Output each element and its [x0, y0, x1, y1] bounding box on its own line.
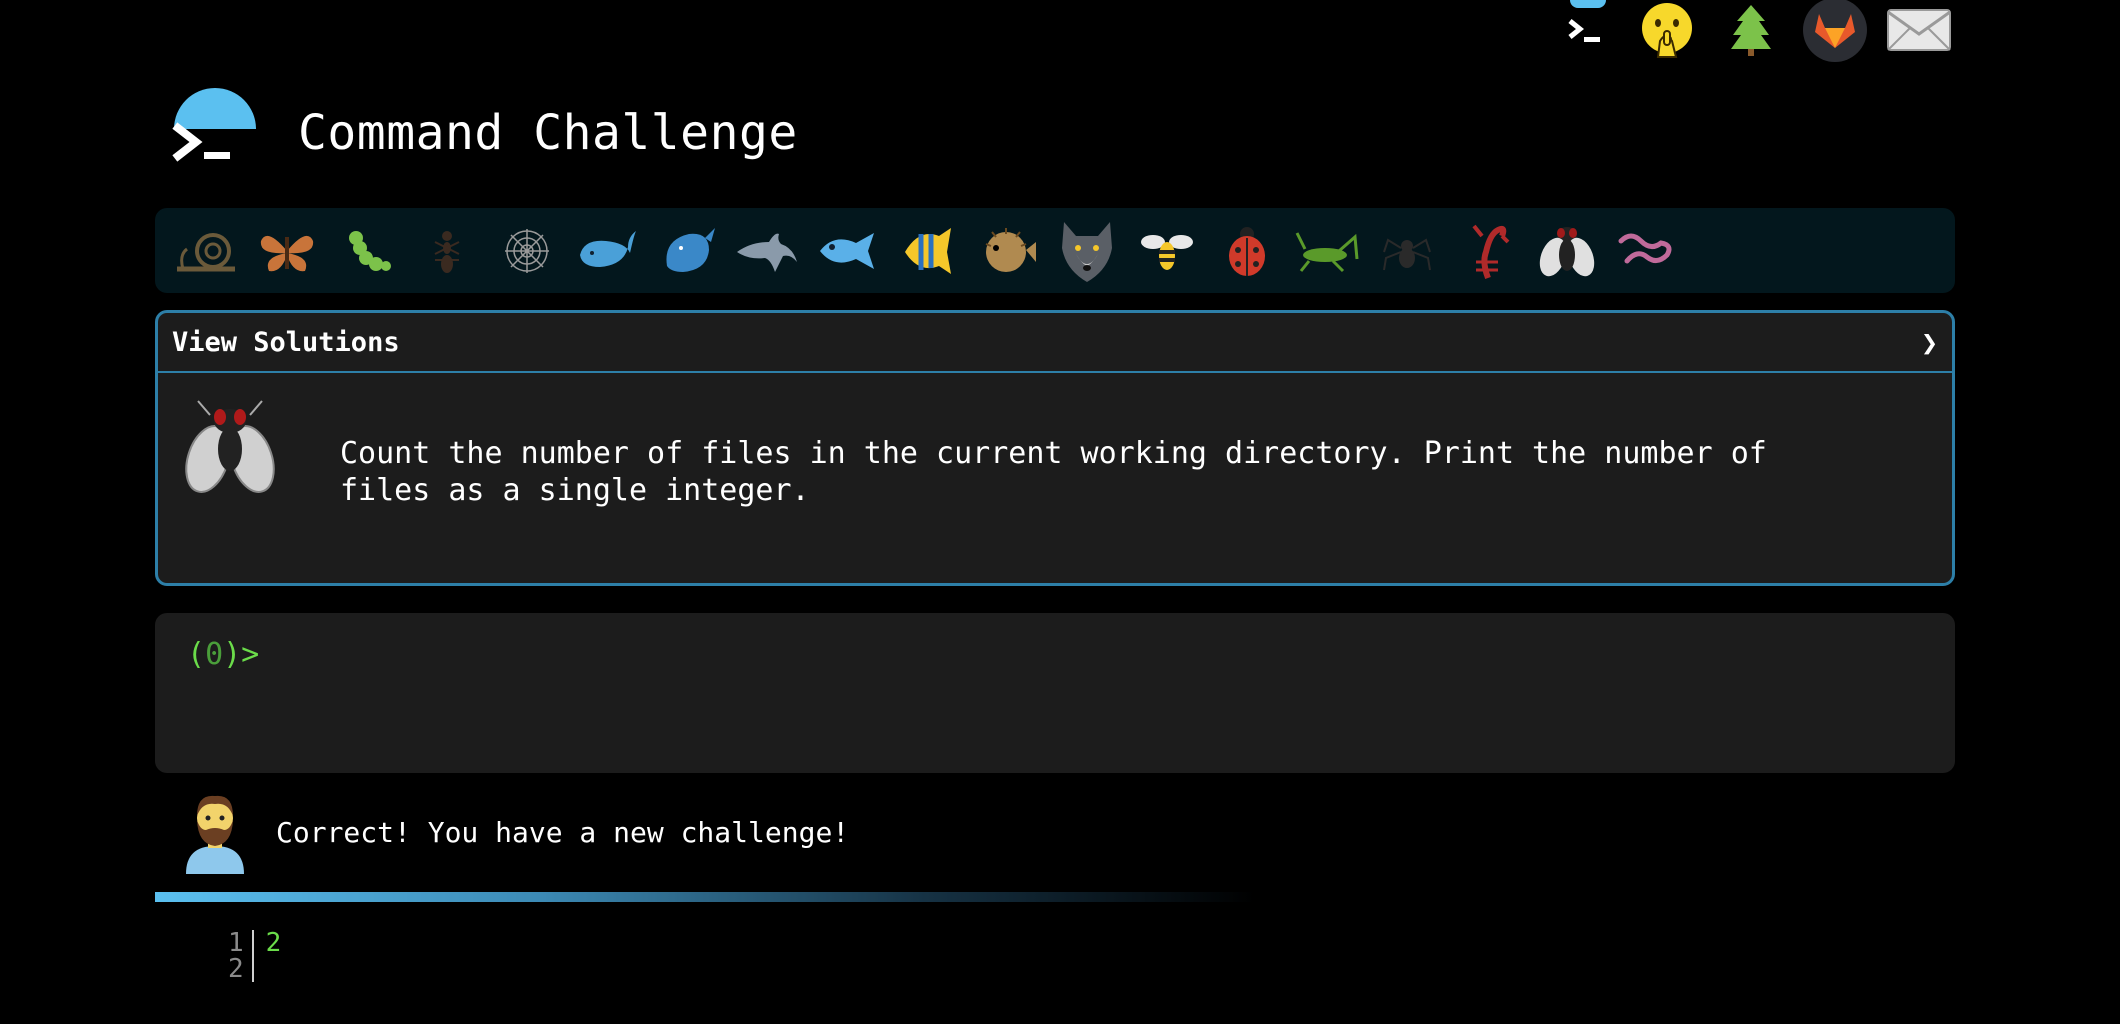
- challenge-critter-bar: [155, 208, 1955, 293]
- bee-icon[interactable]: [1127, 211, 1207, 291]
- prompt-count: 0: [205, 637, 224, 672]
- line-number-gutter: 1 2: [228, 930, 254, 982]
- command-output: 1 2 2: [228, 930, 281, 982]
- output-line: 2: [265, 928, 282, 958]
- cricket-icon[interactable]: [1287, 211, 1367, 291]
- fish-icon[interactable]: [807, 211, 887, 291]
- evergreen-tree-icon[interactable]: [1718, 0, 1784, 60]
- page-title: Command Challenge: [298, 105, 798, 161]
- whale-2-icon[interactable]: [647, 211, 727, 291]
- line-number: 1: [228, 928, 244, 958]
- chevron-right-icon[interactable]: ❯: [1921, 326, 1938, 359]
- shushing-face-icon[interactable]: [1634, 0, 1700, 60]
- progress-bar: [155, 892, 1255, 902]
- fly-icon[interactable]: [1527, 211, 1607, 291]
- worm-icon[interactable]: [1607, 211, 1687, 291]
- top-nav: [1556, 0, 1952, 62]
- view-solutions-toggle[interactable]: View Solutions ❯: [158, 313, 1952, 373]
- feedback-text: Correct! You have a new challenge!: [276, 815, 850, 849]
- tropical-fish-icon[interactable]: [887, 211, 967, 291]
- whale-icon[interactable]: [567, 211, 647, 291]
- solutions-panel: View Solutions ❯ Count the number of fil…: [155, 310, 1955, 586]
- butterfly-icon[interactable]: [247, 211, 327, 291]
- gitlab-icon[interactable]: [1802, 0, 1868, 62]
- spider-icon[interactable]: [1367, 211, 1447, 291]
- terminal-prompt: (0)>: [187, 637, 1923, 672]
- spider-web-icon[interactable]: [487, 211, 567, 291]
- output-lines: 2: [254, 930, 282, 982]
- feedback-message: Correct! You have a new challenge!: [180, 790, 849, 874]
- blowfish-icon[interactable]: [967, 211, 1047, 291]
- snail-icon[interactable]: [167, 211, 247, 291]
- ant-icon[interactable]: [407, 211, 487, 291]
- scorpion-icon[interactable]: [1447, 211, 1527, 291]
- ladybug-icon[interactable]: [1207, 211, 1287, 291]
- terminal-input[interactable]: (0)>: [155, 613, 1955, 773]
- wolf-icon[interactable]: [1047, 211, 1127, 291]
- terminal-logo-icon[interactable]: [172, 88, 258, 172]
- line-number: 2: [228, 954, 244, 984]
- fly-icon: [180, 397, 280, 507]
- dolphin-icon[interactable]: [727, 211, 807, 291]
- prompt-open: (: [187, 637, 206, 672]
- challenge-body: Count the number of files in the current…: [158, 373, 1952, 533]
- terminal-icon[interactable]: [1556, 0, 1616, 60]
- bearded-man-icon: [180, 790, 250, 874]
- challenge-description: Count the number of files in the current…: [340, 436, 1767, 508]
- envelope-icon[interactable]: [1886, 0, 1952, 60]
- caterpillar-icon[interactable]: [327, 211, 407, 291]
- page-header: Command Challenge: [172, 88, 798, 172]
- prompt-close: )>: [223, 637, 260, 672]
- view-solutions-label: View Solutions: [172, 326, 400, 358]
